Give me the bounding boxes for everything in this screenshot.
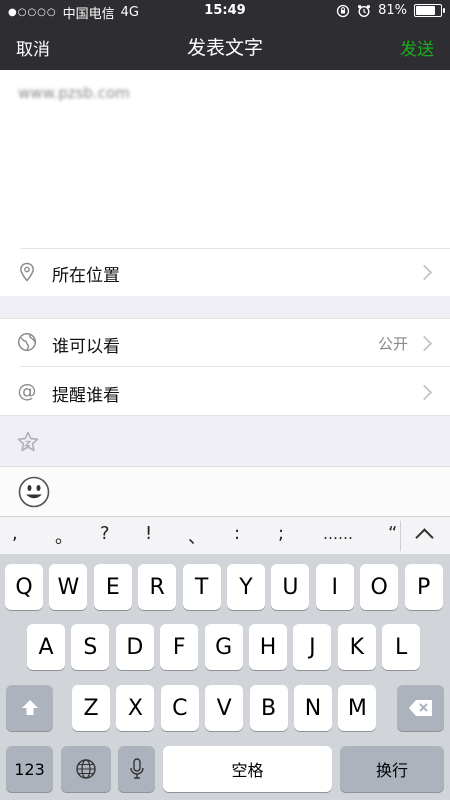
shift-icon — [21, 700, 38, 715]
status-bar: ●○○○○ 中国电信 4G 15:49 81% — [0, 0, 450, 22]
shift-key[interactable] — [6, 685, 53, 731]
divider — [400, 521, 401, 551]
punct-key[interactable]: …… — [323, 525, 353, 543]
visibility-row[interactable]: 谁可以看 公开 — [0, 318, 450, 367]
key-v[interactable]: V — [205, 685, 244, 731]
divider — [20, 248, 450, 249]
chevron-right-icon — [416, 384, 433, 401]
numbers-key[interactable]: 123 — [6, 746, 53, 792]
space-key[interactable]: 空格 — [163, 746, 332, 792]
punct-key[interactable]: 、 — [188, 523, 206, 549]
key-b[interactable]: B — [249, 685, 288, 731]
top-bar: ●○○○○ 中国电信 4G 15:49 81% 取消 发表文字 发送 — [0, 0, 450, 70]
key-t[interactable]: T — [182, 564, 221, 610]
key-i[interactable]: I — [315, 564, 354, 610]
key-r[interactable]: R — [138, 564, 177, 610]
punct-key[interactable]: ! — [145, 523, 152, 544]
location-pin-icon — [16, 261, 38, 283]
key-s[interactable]: S — [71, 624, 110, 670]
send-button[interactable]: 发送 — [400, 35, 434, 60]
page-title: 发表文字 — [186, 37, 263, 59]
mention-label: 提醒谁看 — [52, 386, 120, 406]
compose-textarea[interactable]: www.pzsb.com — [0, 70, 450, 248]
key-w[interactable]: W — [49, 564, 88, 610]
key-o[interactable]: O — [360, 564, 399, 610]
location-row[interactable]: 所在位置 — [0, 248, 450, 296]
visibility-value: 公开 — [377, 335, 408, 353]
rotation-lock-icon — [336, 4, 350, 17]
key-q[interactable]: Q — [5, 564, 43, 610]
nav-bar: 取消 发表文字 发送 — [0, 22, 450, 70]
globe-icon — [16, 331, 38, 353]
key-e[interactable]: E — [93, 564, 132, 610]
chevron-right-icon — [416, 335, 433, 352]
key-n[interactable]: N — [294, 685, 332, 731]
chevron-right-icon — [416, 264, 433, 281]
key-h[interactable]: H — [249, 624, 287, 670]
keyboard: QWERTYUIOP ASDFGHJKL ZXCVBNM 123 空格 换行 — [0, 554, 450, 800]
at-icon: @ — [17, 380, 37, 402]
globe-icon — [76, 759, 96, 779]
key-c[interactable]: C — [160, 685, 199, 731]
backspace-icon — [408, 700, 432, 716]
location-label: 所在位置 — [52, 266, 120, 286]
mention-row[interactable]: @ 提醒谁看 — [0, 367, 450, 416]
key-y[interactable]: Y — [227, 564, 265, 610]
delete-key[interactable] — [397, 685, 444, 731]
punct-key[interactable]: “ — [388, 523, 397, 544]
collapse-icon[interactable] — [415, 528, 434, 547]
emoji-icon[interactable] — [18, 476, 50, 508]
return-key[interactable]: 换行 — [340, 746, 444, 792]
dictation-key[interactable] — [118, 746, 155, 792]
alarm-icon — [358, 4, 371, 17]
key-z[interactable]: Z — [72, 685, 110, 731]
divider — [0, 318, 450, 319]
battery-percent: 81% — [378, 3, 407, 18]
punct-key[interactable]: , — [12, 523, 18, 544]
globe-key[interactable] — [61, 746, 111, 792]
star-icon[interactable] — [16, 430, 40, 454]
punctuation-bar: , 。 ? ! 、 : ; …… “ — [0, 516, 450, 555]
key-l[interactable]: L — [382, 624, 421, 670]
punct-key[interactable]: ; — [278, 523, 284, 544]
emoji-bar — [0, 466, 450, 517]
key-p[interactable]: P — [404, 564, 443, 610]
favorite-bar — [0, 416, 450, 466]
microphone-icon — [129, 758, 144, 779]
key-u[interactable]: U — [271, 564, 310, 610]
battery-fill — [416, 6, 436, 15]
punct-key[interactable]: 。 — [55, 523, 73, 549]
punct-key[interactable]: : — [234, 523, 240, 544]
visibility-label: 谁可以看 — [52, 337, 120, 357]
key-j[interactable]: J — [293, 624, 332, 670]
key-g[interactable]: G — [204, 624, 243, 670]
key-m[interactable]: M — [338, 685, 377, 731]
key-f[interactable]: F — [160, 624, 199, 670]
key-a[interactable]: A — [27, 624, 65, 670]
key-d[interactable]: D — [115, 624, 154, 670]
compose-text: www.pzsb.com — [18, 84, 130, 102]
punct-key[interactable]: ? — [100, 523, 110, 544]
key-x[interactable]: X — [116, 685, 155, 731]
battery-icon — [414, 4, 445, 17]
key-k[interactable]: K — [337, 624, 376, 670]
